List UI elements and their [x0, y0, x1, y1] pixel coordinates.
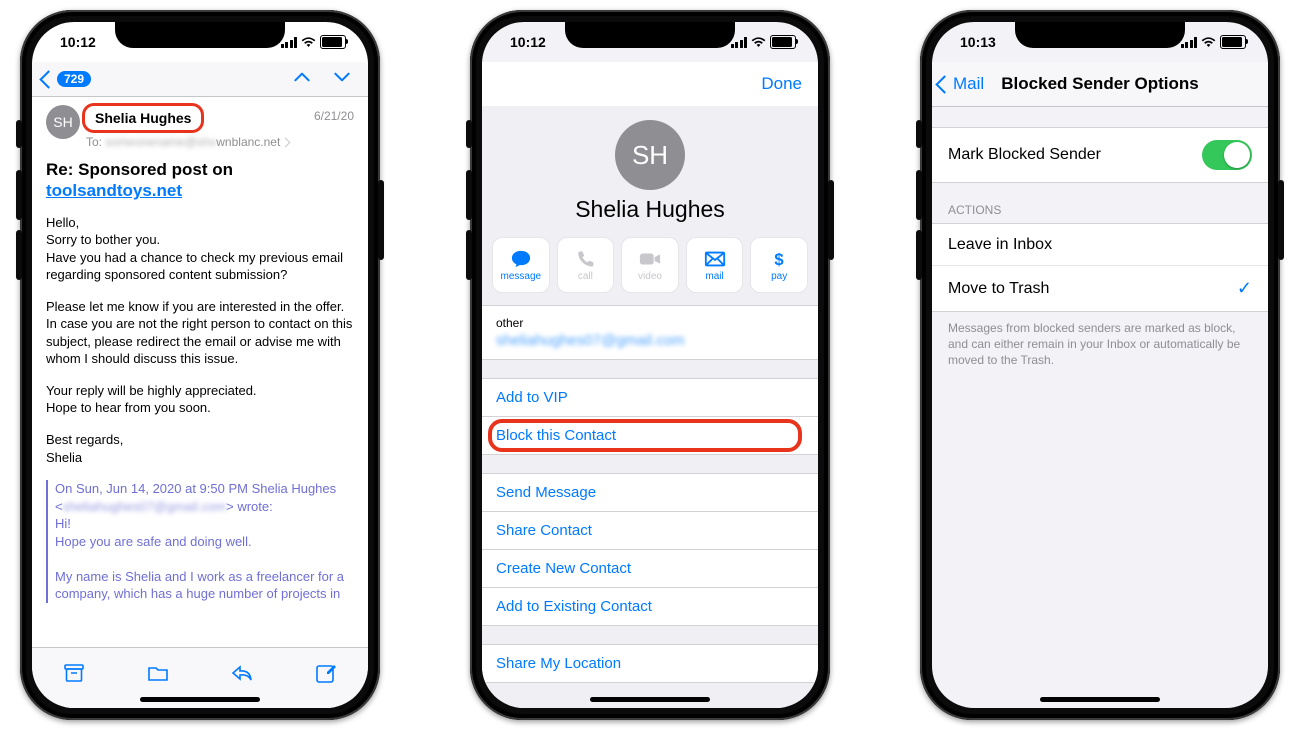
notch: [565, 22, 735, 48]
screen-contact: 10:12 Done SH Shelia Hughes message c: [482, 22, 818, 708]
share-contact-row[interactable]: Share Contact: [482, 511, 818, 549]
sender-name-highlight[interactable]: Shelia Hughes: [82, 103, 204, 133]
message-button[interactable]: message: [492, 237, 550, 293]
share-my-location-row[interactable]: Share My Location: [482, 645, 818, 682]
contact-other-email[interactable]: other sheliahughes07@gmail.com: [482, 306, 818, 359]
settings-nav-bar: Mail Blocked Sender Options: [932, 62, 1268, 107]
contact-email-value: sheliahughes07@gmail.com: [496, 332, 685, 349]
send-message-row[interactable]: Send Message: [482, 474, 818, 511]
settings-footer-note: Messages from blocked senders are marked…: [932, 312, 1268, 369]
screen-mail: 10:12 729 SH Shelia Hughes: [32, 22, 368, 708]
mail-nav-bar: 729: [32, 62, 368, 97]
mail-button[interactable]: mail: [686, 237, 744, 293]
quoted-reply: On Sun, Jun 14, 2020 at 9:50 PM Shelia H…: [46, 480, 354, 603]
phone-frame-mail: 10:12 729 SH Shelia Hughes: [20, 10, 380, 720]
wifi-icon: [751, 37, 766, 48]
home-indicator[interactable]: [1040, 697, 1160, 702]
wifi-icon: [301, 37, 316, 48]
compose-button[interactable]: [314, 661, 338, 685]
inbox-count-badge: 729: [57, 71, 91, 87]
contact-avatar: SH: [615, 120, 685, 190]
folder-button[interactable]: [146, 661, 170, 685]
call-button: call: [557, 237, 615, 293]
screen-settings: 10:13 Mail Blocked Sender Options Mark B…: [932, 22, 1268, 708]
chevron-left-icon: [935, 75, 953, 93]
chevron-right-icon: [281, 138, 291, 148]
back-button[interactable]: Mail: [932, 74, 984, 94]
home-indicator[interactable]: [590, 697, 710, 702]
subject-link[interactable]: toolsandtoys.net: [46, 181, 182, 200]
battery-icon: [320, 35, 346, 49]
add-to-existing-contact-row[interactable]: Add to Existing Contact: [482, 587, 818, 625]
sheet-header: Done: [482, 62, 818, 106]
video-button: video: [621, 237, 679, 293]
prev-message-button[interactable]: [292, 67, 312, 92]
dollar-icon: $: [768, 249, 790, 269]
message-subject: Re: Sponsored post on toolsandtoys.net: [32, 155, 368, 204]
notch: [115, 22, 285, 48]
battery-icon: [1220, 35, 1246, 49]
svg-text:$: $: [775, 249, 785, 268]
chevron-left-icon: [39, 70, 57, 88]
next-message-button[interactable]: [332, 67, 352, 92]
to-line[interactable]: To: someonename@shownblanc.net: [86, 135, 354, 149]
block-this-contact-row[interactable]: Block this Contact: [482, 416, 818, 454]
reply-button[interactable]: [230, 661, 254, 685]
archive-button[interactable]: [62, 661, 86, 685]
sender-name: Shelia Hughes: [95, 110, 191, 126]
status-time: 10:12: [60, 34, 96, 50]
message-icon: [510, 249, 532, 269]
video-icon: [639, 249, 661, 269]
leave-in-inbox-row[interactable]: Leave in Inbox: [932, 224, 1268, 266]
status-time: 10:12: [510, 34, 546, 50]
message-header: SH Shelia Hughes 6/21/20 To: someonename…: [32, 97, 368, 155]
sender-avatar[interactable]: SH: [46, 105, 80, 139]
back-button[interactable]: 729: [42, 71, 91, 87]
message-date: 6/21/20: [314, 109, 354, 123]
pay-button[interactable]: $ pay: [750, 237, 808, 293]
home-indicator[interactable]: [140, 697, 260, 702]
phone-frame-settings: 10:13 Mail Blocked Sender Options Mark B…: [920, 10, 1280, 720]
actions-section-header: ACTIONS: [932, 183, 1268, 223]
mark-blocked-switch[interactable]: [1202, 140, 1252, 170]
move-to-trash-row[interactable]: Move to Trash ✓: [932, 265, 1268, 311]
phone-frame-contact: 10:12 Done SH Shelia Hughes message c: [470, 10, 830, 720]
phone-icon: [574, 249, 596, 269]
battery-icon: [770, 35, 796, 49]
checkmark-icon: ✓: [1237, 278, 1252, 299]
status-time: 10:13: [960, 34, 996, 50]
add-to-vip-row[interactable]: Add to VIP: [482, 379, 818, 416]
notch: [1015, 22, 1185, 48]
wifi-icon: [1201, 37, 1216, 48]
done-button[interactable]: Done: [761, 74, 802, 94]
mark-blocked-sender-row[interactable]: Mark Blocked Sender: [932, 127, 1268, 183]
contact-actions-row: message call video mail $ pay: [482, 237, 818, 305]
mail-icon: [704, 249, 726, 269]
message-body: Hello, Sorry to bother you. Have you had…: [32, 204, 368, 603]
create-new-contact-row[interactable]: Create New Contact: [482, 549, 818, 587]
contact-name: Shelia Hughes: [482, 196, 818, 237]
